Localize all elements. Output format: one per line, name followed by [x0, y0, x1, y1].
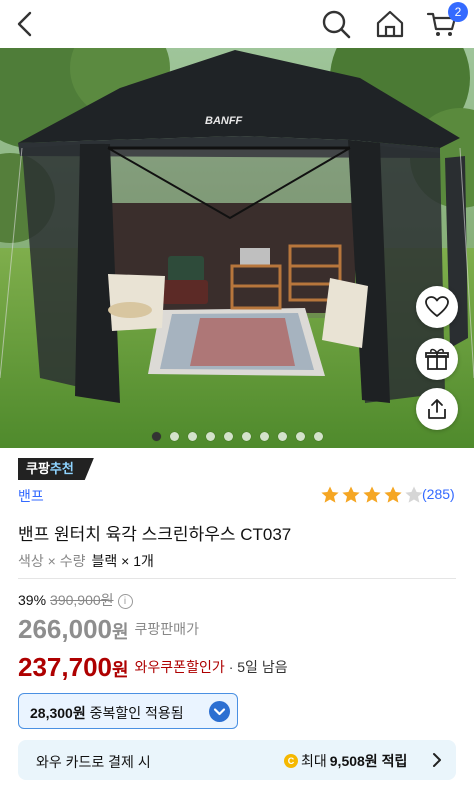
star-full-icon [363, 486, 381, 503]
rating-stars[interactable] [320, 485, 424, 505]
brand-link[interactable]: 밴프 [18, 486, 44, 506]
carousel-dot[interactable] [151, 432, 161, 441]
seller-price: 266,000 [18, 614, 112, 644]
info-icon[interactable]: i [117, 594, 133, 609]
selected-option[interactable]: 색상 × 수량 블랙 × 1개 [18, 551, 154, 571]
divider [18, 578, 456, 579]
carousel-indicator [0, 432, 474, 444]
card-offer-banner[interactable]: 와우 카드로 결제 시 C 최대 9,508원 적립 [18, 740, 456, 780]
gift-button[interactable] [416, 338, 458, 380]
option-label: 색상 × 수량 [18, 553, 86, 569]
extra-discount-text: 중복할인 적용됨 [89, 705, 184, 721]
coin-icon: C [284, 754, 298, 768]
home-icon[interactable] [374, 8, 406, 40]
cart-count-badge: 2 [448, 2, 468, 22]
product-title: 밴프 원터치 육각 스크린하우스 CT037 [18, 525, 292, 544]
review-count-link[interactable]: (285) [422, 486, 455, 502]
coupon-price-row: 237,700원 와우쿠폰할인가 · 5일 남음 [18, 652, 288, 683]
carousel-dot[interactable] [259, 432, 269, 441]
carousel-dot[interactable] [187, 432, 197, 441]
discount-rate: 39% [18, 592, 47, 608]
coupon-price-label: 와우쿠폰할인가 [134, 659, 225, 675]
badge-label-part1: 쿠팡 [26, 461, 50, 476]
back-icon[interactable] [12, 10, 40, 38]
search-icon[interactable] [320, 8, 352, 40]
badge-label-part2: 추천 [49, 461, 74, 476]
product-image-carousel[interactable]: BANFF [0, 48, 474, 448]
chevron-down-icon [209, 701, 230, 722]
extra-discount-amount: 28,300원 [30, 705, 86, 721]
carousel-dot[interactable] [169, 432, 179, 441]
share-button[interactable] [416, 388, 458, 430]
star-empty-icon [405, 486, 423, 503]
discount-row: 39% 390,900원 i [18, 590, 133, 610]
coupon-price: 237,700 [18, 652, 112, 682]
seller-price-label: 쿠팡판매가 [134, 621, 199, 637]
option-value: 블랙 × 1개 [91, 553, 154, 569]
card-offer-amount: 9,508원 적립 [329, 753, 408, 769]
tent-logo-text: BANFF [205, 115, 243, 127]
coupon-price-unit: 원 [111, 660, 129, 680]
carousel-dot[interactable] [277, 432, 287, 441]
wishlist-heart-button[interactable] [416, 286, 458, 328]
heart-icon [425, 296, 449, 317]
duplicate-discount-toggle[interactable]: 28,300원 중복할인 적용됨 [18, 693, 238, 729]
card-offer-text: 와우 카드로 결제 시 [36, 754, 151, 770]
chevron-right-icon [433, 753, 441, 767]
gift-icon [425, 348, 449, 370]
carousel-dot[interactable] [223, 432, 233, 441]
star-full-icon [384, 486, 402, 503]
share-icon [428, 399, 446, 419]
card-offer-prefix: 최대 [301, 753, 327, 769]
product-image: BANFF [0, 48, 474, 448]
star-full-icon [321, 486, 339, 503]
seller-price-unit: 원 [111, 622, 129, 642]
star-full-icon [342, 486, 360, 503]
seller-price-row: 266,000원 쿠팡판매가 [18, 614, 199, 645]
top-nav-bar: 2 [0, 0, 474, 48]
original-price: 390,900원 [50, 592, 114, 608]
days-remaining: · 5일 남음 [228, 659, 288, 675]
carousel-dot[interactable] [313, 432, 323, 441]
carousel-dot[interactable] [295, 432, 305, 441]
carousel-dot[interactable] [241, 432, 251, 441]
carousel-dot[interactable] [205, 432, 215, 441]
